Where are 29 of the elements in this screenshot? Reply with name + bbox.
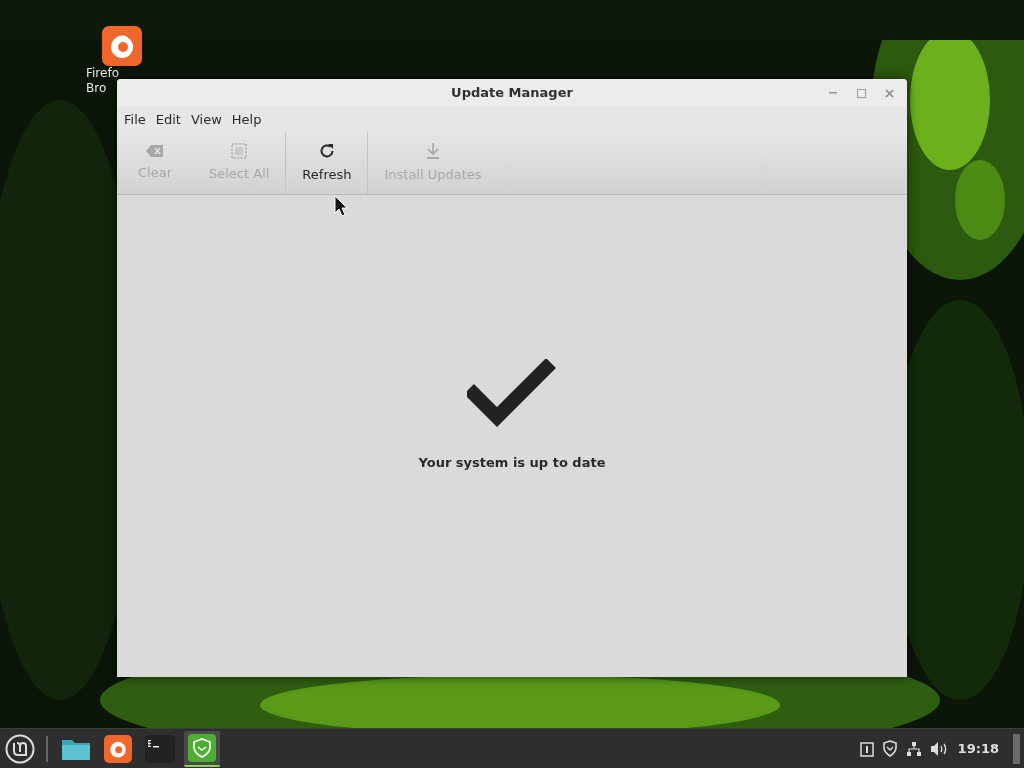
- status-message: Your system is up to date: [418, 454, 606, 473]
- desktop-icon-label[interactable]: Bro: [80, 81, 107, 96]
- taskbar-app-button[interactable]: [184, 730, 220, 767]
- shield-icon: [188, 733, 216, 762]
- clock[interactable]: 19:18: [955, 738, 1001, 759]
- minimize-icon: [829, 92, 837, 94]
- volume-icon: [929, 740, 948, 757]
- mint-logo-icon: [5, 733, 35, 764]
- desktop-icon-label[interactable]: Firefo: [80, 66, 119, 81]
- maximize-icon: [856, 88, 866, 98]
- download-icon: [425, 141, 441, 160]
- menu-item[interactable]: Help: [226, 109, 267, 130]
- select-all-icon: [231, 142, 248, 159]
- fox-logo-icon: [102, 26, 142, 66]
- window-title: Update Manager: [451, 84, 573, 103]
- clipboard-icon: [859, 740, 874, 757]
- terminal-icon: [145, 734, 175, 763]
- show-desktop-button[interactable]: [1013, 733, 1020, 764]
- mouse-pointer-icon: [334, 195, 348, 217]
- network-icon: [905, 740, 922, 757]
- menu-item[interactable]: Edit: [150, 109, 186, 130]
- menu-item[interactable]: File: [119, 109, 151, 130]
- backspace-icon: [146, 143, 164, 158]
- close-icon: [884, 88, 894, 98]
- menu-item[interactable]: View: [185, 109, 227, 130]
- checkmark-icon: [467, 359, 557, 428]
- shield-icon: [881, 740, 898, 757]
- fox-logo-icon: [104, 734, 132, 763]
- toolbar-button[interactable]: Refresh: [286, 132, 368, 194]
